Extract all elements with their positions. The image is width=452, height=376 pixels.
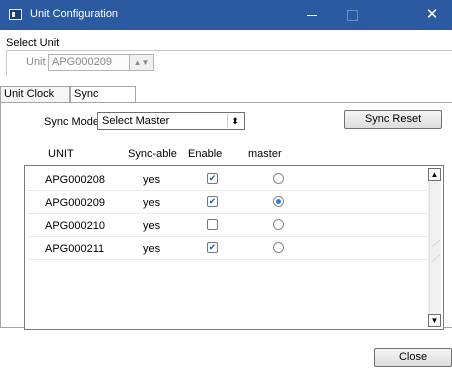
minimize-icon: [307, 15, 317, 17]
app-icon: [9, 9, 22, 20]
master-radio[interactable]: [273, 173, 284, 184]
tab-sync-control[interactable]: Sync control: [70, 86, 136, 115]
sync-mode-label: Sync Mode: [44, 116, 100, 128]
unit-spinner-icon: ▲▼: [130, 54, 154, 71]
syncable-cell: yes: [143, 174, 161, 186]
table-row: APG000211 yes ✔: [27, 237, 427, 260]
grip-icon: [432, 239, 440, 263]
enable-checkbox[interactable]: ✔: [207, 196, 218, 207]
sync-mode-select[interactable]: Select Master ⬍: [97, 112, 245, 130]
column-header-enable: Enable: [188, 148, 223, 160]
close-icon: ✕: [425, 6, 439, 23]
minimize-button[interactable]: [292, 0, 332, 30]
title-bar: Unit Configuration ✕: [0, 0, 452, 30]
window-title: Unit Configuration: [30, 8, 119, 20]
syncable-cell: yes: [143, 220, 161, 232]
close-window-button[interactable]: ✕: [412, 0, 452, 30]
vertical-scrollbar[interactable]: ▲ ▼: [428, 168, 441, 327]
unit-cell: APG000208: [45, 174, 105, 186]
unit-list[interactable]: APG000208 yes ✔ APG000209 yes ✔ APG00021…: [24, 165, 444, 330]
table-row: APG000209 yes ✔: [27, 191, 427, 214]
table-row: APG000210 yes: [27, 214, 427, 237]
sync-reset-button[interactable]: Sync Reset: [344, 110, 442, 129]
syncable-cell: yes: [143, 197, 161, 209]
dropdown-arrow-icon: ⬍: [227, 114, 242, 128]
column-header-unit: UNIT: [48, 148, 74, 160]
unit-cell: APG000211: [45, 243, 105, 255]
table-row: APG000208 yes ✔: [27, 168, 427, 191]
column-header-syncable: Sync-able: [128, 148, 177, 160]
enable-checkbox[interactable]: ✔: [207, 173, 218, 184]
scroll-up-icon[interactable]: ▲: [428, 168, 441, 181]
syncable-cell: yes: [143, 243, 161, 255]
master-radio[interactable]: [273, 219, 284, 230]
close-button[interactable]: Close: [374, 348, 452, 367]
unit-cell: APG000209: [45, 197, 105, 209]
sync-mode-value: Select Master: [102, 115, 170, 127]
select-unit-label: Select Unit: [6, 37, 60, 49]
scrollbar-thumb[interactable]: [429, 183, 441, 311]
column-header-master: master: [248, 148, 282, 160]
master-radio[interactable]: [273, 196, 284, 207]
enable-checkbox[interactable]: ✔: [207, 242, 218, 253]
maximize-button[interactable]: [332, 0, 372, 30]
enable-checkbox[interactable]: [207, 219, 218, 230]
tab-unit-clock[interactable]: Unit Clock: [0, 86, 70, 102]
unit-field: APG000209: [48, 54, 130, 71]
master-radio[interactable]: [273, 242, 284, 253]
scroll-down-icon[interactable]: ▼: [428, 314, 441, 327]
unit-label: Unit: [26, 56, 46, 68]
maximize-icon: [346, 10, 358, 22]
unit-cell: APG000210: [45, 220, 105, 232]
